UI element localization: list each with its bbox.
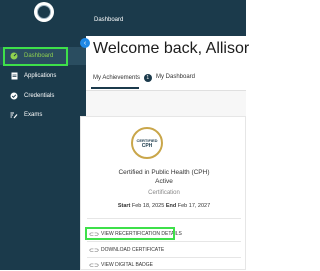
sidebar: Dashboard Applications Credentials Exams bbox=[0, 0, 86, 270]
recertification-highlight-box bbox=[85, 227, 175, 240]
credential-title: Certified in Public Health (CPH) bbox=[118, 169, 210, 176]
divider bbox=[87, 241, 241, 242]
credential-status: Active bbox=[155, 178, 173, 185]
sidebar-item-label: Applications bbox=[24, 73, 57, 79]
tab-label: My Dashboard bbox=[156, 74, 196, 80]
sidebar-item-label: Credentials bbox=[24, 93, 55, 99]
end-label: End bbox=[165, 203, 177, 209]
sidebar-item-exams[interactable]: Exams bbox=[0, 106, 86, 124]
download-certificate-link[interactable]: ⊂⊃ DOWNLOAD CERTIFICATE bbox=[89, 244, 164, 256]
check-circle-icon bbox=[10, 92, 18, 100]
credential-card: CERTIFIED CPH Certified in Public Health… bbox=[80, 116, 246, 270]
view-digital-badge-link[interactable]: ⊂⊃ VIEW DIGITAL BADGE bbox=[89, 259, 153, 271]
certification-seal: CERTIFIED CPH bbox=[131, 127, 163, 159]
sidebar-item-applications[interactable]: Applications bbox=[0, 67, 86, 85]
link-icon: ⊂⊃ bbox=[89, 247, 100, 254]
seal-main-text: CPH bbox=[141, 142, 153, 149]
chevron-left-icon: ‹ bbox=[83, 39, 87, 47]
document-icon bbox=[10, 72, 18, 80]
logo[interactable] bbox=[34, 2, 54, 22]
end-date: Feb 17, 2027 bbox=[177, 203, 211, 209]
logo-seal-icon bbox=[37, 5, 51, 19]
sidebar-item-credentials[interactable]: Credentials bbox=[0, 87, 86, 105]
divider bbox=[87, 257, 241, 258]
action-label: DOWNLOAD CERTIFICATE bbox=[101, 247, 165, 253]
tab-my-dashboard[interactable]: My Dashboard bbox=[156, 74, 195, 80]
divider bbox=[87, 218, 241, 219]
tab-my-achievements[interactable]: My Achievements 1 bbox=[93, 74, 152, 82]
start-label: Start bbox=[117, 203, 131, 209]
sidebar-item-label: Exams bbox=[24, 112, 43, 118]
action-label: VIEW DIGITAL BADGE bbox=[101, 262, 153, 268]
dashboard-highlight-box bbox=[3, 47, 68, 66]
top-bar: Dashboard bbox=[86, 0, 246, 36]
count-badge: 1 bbox=[143, 74, 152, 82]
link-icon: ⊂⊃ bbox=[89, 262, 100, 269]
credential-type: Certification bbox=[148, 190, 180, 196]
tab-label: My Achievements bbox=[93, 75, 141, 81]
credential-dates: Start Feb 18, 2025 End Feb 17, 2027 bbox=[81, 203, 247, 209]
pencil-list-icon bbox=[10, 111, 18, 119]
start-date: Feb 18, 2025 bbox=[131, 203, 165, 209]
active-tab-indicator bbox=[91, 87, 139, 89]
collapse-sidebar-button[interactable]: ‹ bbox=[80, 38, 90, 48]
tab-bar: My Achievements 1 My Dashboard bbox=[86, 68, 246, 91]
page-title: Welcome back, Allisor bbox=[93, 40, 250, 57]
breadcrumb: Dashboard bbox=[94, 17, 124, 23]
